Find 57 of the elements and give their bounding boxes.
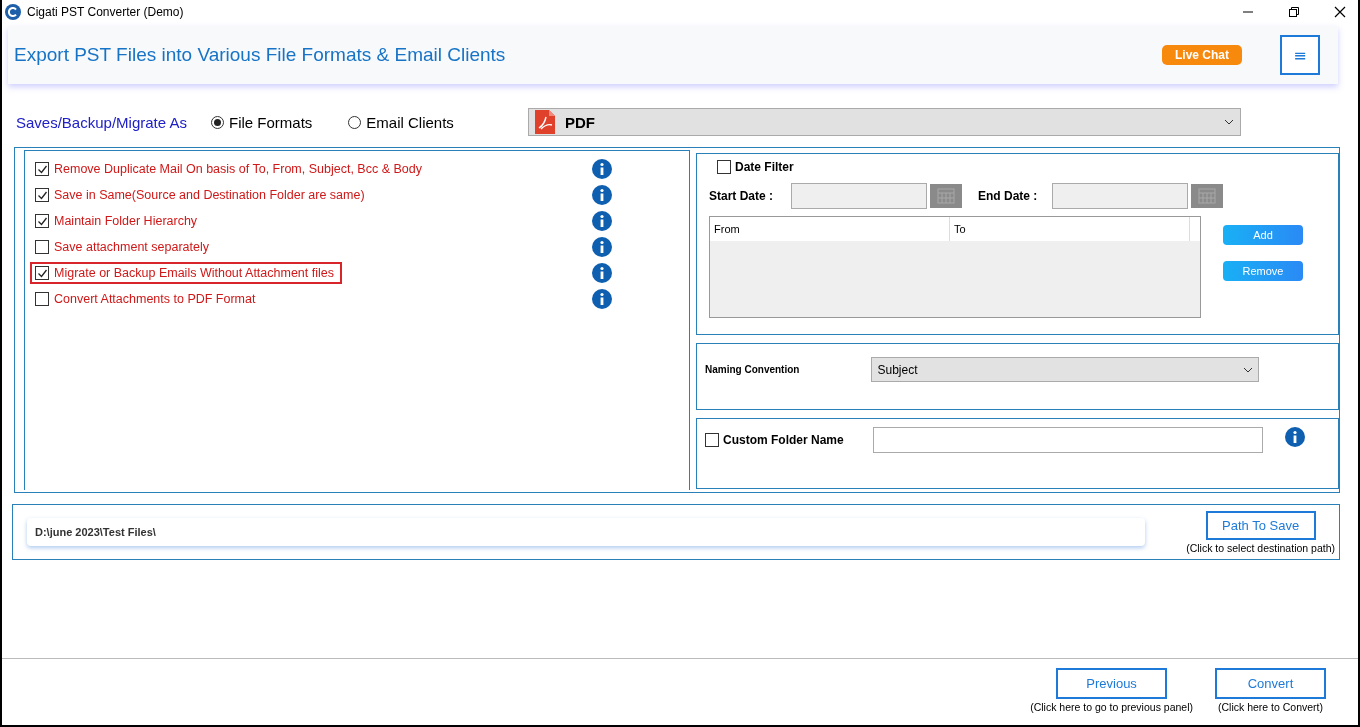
- info-icon[interactable]: [592, 185, 612, 205]
- option-label: Convert Attachments to PDF Format: [54, 292, 256, 306]
- remove-button[interactable]: Remove: [1223, 261, 1303, 281]
- option-label: Migrate or Backup Emails Without Attachment files: [54, 266, 334, 280]
- checkbox[interactable]: [35, 292, 49, 306]
- info-icon[interactable]: [592, 159, 612, 179]
- info-icon[interactable]: [592, 237, 612, 257]
- option-label: Remove Duplicate Mail On basis of To, From, Subject, Bcc & Body: [54, 162, 422, 176]
- menu-button[interactable]: ≡: [1280, 35, 1320, 75]
- checkbox[interactable]: [35, 240, 49, 254]
- live-chat-button[interactable]: Live Chat: [1162, 45, 1242, 65]
- close-icon[interactable]: [1334, 6, 1346, 18]
- pdf-file-icon: [534, 110, 555, 134]
- option-label: Save attachment separately: [54, 240, 209, 254]
- custom-folder-label: Custom Folder Name: [723, 433, 844, 447]
- radio-label: Email Clients: [366, 113, 454, 131]
- start-date-label: Start Date :: [709, 189, 774, 203]
- checkbox[interactable]: [705, 433, 719, 447]
- end-date-field[interactable]: [1052, 183, 1188, 209]
- previous-button[interactable]: Previous: [1056, 668, 1168, 699]
- naming-convention-label: Naming Convention: [705, 364, 800, 375]
- date-filter-label: Date Filter: [735, 160, 794, 174]
- start-date-field[interactable]: [791, 183, 927, 209]
- chevron-down-icon: [1243, 366, 1254, 373]
- chevron-down-icon: [1223, 119, 1234, 125]
- save-as-label: Saves/Backup/Migrate As: [16, 113, 188, 131]
- format-dropdown[interactable]: PDF: [527, 108, 1241, 136]
- info-icon[interactable]: [1285, 427, 1305, 447]
- path-hint: (Click to select destination path): [1186, 541, 1335, 554]
- column-header: From: [710, 217, 950, 241]
- info-icon[interactable]: [592, 263, 612, 283]
- convert-button[interactable]: Convert: [1215, 668, 1326, 699]
- app-logo-icon: [5, 4, 21, 20]
- end-date-label: End Date :: [978, 189, 1039, 203]
- option-label: Maintain Folder Hierarchy: [54, 214, 198, 228]
- path-field[interactable]: D:\june 2023\Test Files\: [27, 518, 1145, 546]
- checkbox[interactable]: [717, 160, 731, 174]
- radio-label: File Formats: [229, 113, 313, 131]
- checkbox[interactable]: [35, 214, 49, 228]
- header-title: Export PST Files into Various File Formats & Email Clients: [14, 44, 506, 66]
- add-button[interactable]: Add: [1223, 225, 1303, 245]
- radio-button[interactable]: [211, 115, 224, 129]
- radio-button[interactable]: [348, 115, 362, 129]
- window-title: Cigati PST Converter (Demo): [27, 5, 184, 19]
- option-label: Save in Same(Source and Destination Folder are same): [54, 188, 365, 202]
- checkbox[interactable]: [35, 162, 49, 176]
- naming-dropdown[interactable]: Subject: [871, 357, 1260, 382]
- folder-name-field[interactable]: [873, 427, 1263, 453]
- info-icon[interactable]: [592, 211, 612, 231]
- checkbox[interactable]: [35, 266, 49, 280]
- restore-icon[interactable]: [1288, 6, 1300, 18]
- column-header: To: [950, 217, 1190, 241]
- previous-hint: (Click here to go to previous panel): [1030, 701, 1193, 713]
- path-to-save-button[interactable]: Path To Save: [1205, 510, 1316, 540]
- checkbox[interactable]: [35, 188, 49, 202]
- convert-hint: (Click here to Convert): [1218, 701, 1323, 713]
- info-icon[interactable]: [592, 289, 612, 309]
